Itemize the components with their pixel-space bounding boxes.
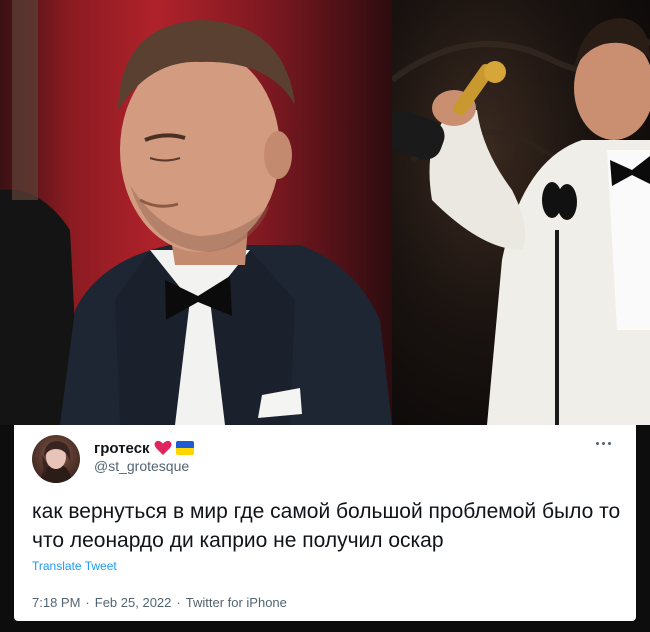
tweet-time[interactable]: 7:18 PM	[32, 595, 80, 610]
photo-man-looking-down	[0, 0, 392, 425]
tweet-metadata: 7:18 PM · Feb 25, 2022 · Twitter for iPh…	[32, 595, 287, 610]
more-horizontal-icon[interactable]	[588, 433, 618, 453]
meta-separator: ·	[176, 595, 181, 610]
ukraine-flag-icon	[175, 441, 194, 455]
meta-separator: ·	[85, 595, 90, 610]
author-name-row: гротеск	[94, 438, 194, 458]
meme-photo-collage	[0, 0, 650, 425]
tweet-text: как вернуться в мир где самой большой пр…	[32, 500, 621, 552]
tweet-date[interactable]: Feb 25, 2022	[95, 595, 172, 610]
tweet-source[interactable]: Twitter for iPhone	[186, 595, 287, 610]
author-handle[interactable]: @st_grotesque	[94, 458, 189, 474]
display-name[interactable]: гротеск	[94, 440, 150, 457]
photo-man-holding-statuette	[392, 0, 650, 425]
heart-icon	[154, 440, 172, 456]
avatar[interactable]	[32, 435, 80, 483]
tweet-card: гротеск @st_grotesque как вернуться в ми…	[14, 425, 636, 621]
translate-tweet-link[interactable]: Translate Tweet	[32, 559, 117, 573]
